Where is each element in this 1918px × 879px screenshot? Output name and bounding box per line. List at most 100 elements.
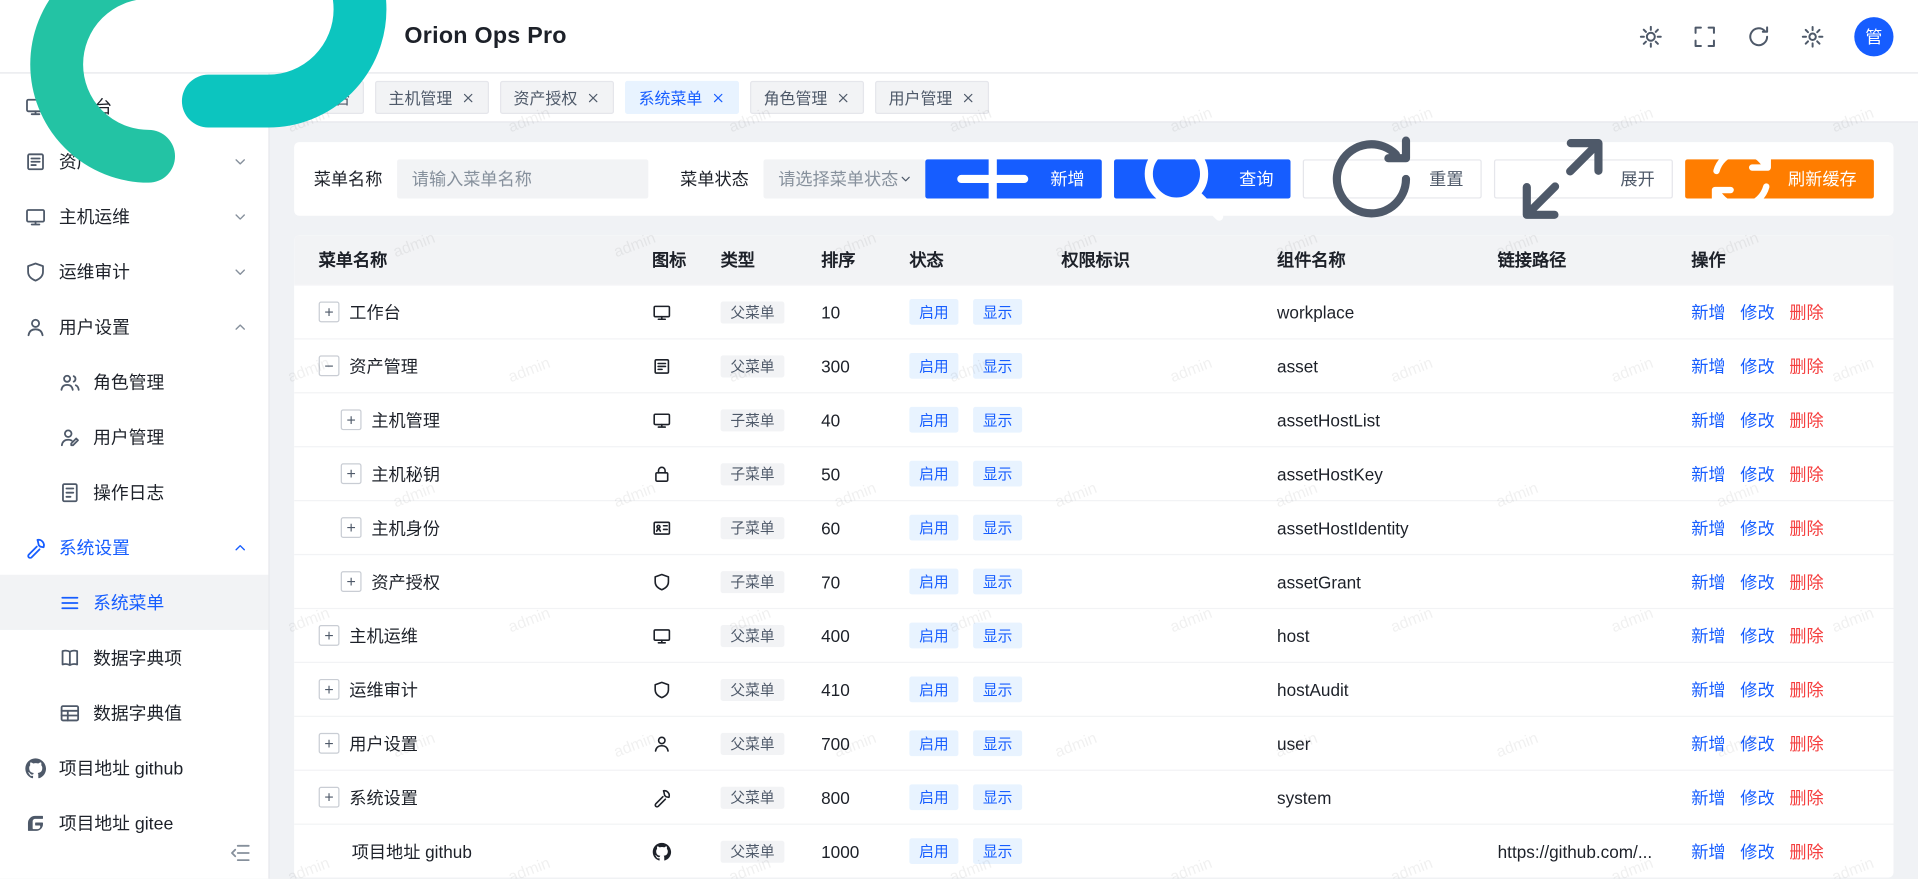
row-action-add[interactable]: 新增 (1691, 731, 1725, 756)
sidebar-item-github-link[interactable]: 项目地址 github (0, 740, 268, 795)
chevron-down-icon (232, 263, 249, 280)
row-action-delete[interactable]: 删除 (1789, 677, 1823, 702)
close-tab-icon[interactable] (836, 90, 851, 105)
row-action-edit[interactable]: 修改 (1740, 300, 1774, 325)
expand-row-button[interactable]: + (341, 517, 362, 538)
refresh-icon[interactable] (1746, 24, 1771, 49)
sidebar-item-user-mgmt[interactable]: 用户管理 (0, 409, 268, 464)
sidebar-item-gitee-link[interactable]: 项目地址 gitee (0, 795, 268, 850)
row-action-delete[interactable]: 删除 (1789, 407, 1823, 432)
button-label: 新增 (1050, 167, 1084, 192)
component-name: workplace (1277, 302, 1498, 322)
menu-type-tag: 父菜单 (721, 841, 785, 863)
expand-button[interactable]: 展开 (1494, 159, 1673, 198)
collapse-row-button[interactable]: − (319, 355, 340, 376)
sidebar-item-system-menu[interactable]: 系统菜单 (0, 575, 268, 630)
row-action-add[interactable]: 新增 (1691, 515, 1725, 540)
component-name: assetGrant (1277, 572, 1498, 592)
sidebar-item-role-mgmt[interactable]: 角色管理 (0, 354, 268, 409)
expand-row-button[interactable]: + (319, 301, 340, 322)
desktop-icon (652, 410, 672, 430)
table-row: +系统设置父菜单800启用显示system新增修改删除 (294, 770, 1893, 824)
sidebar-item-dict-value[interactable]: 数据字典值 (0, 685, 268, 740)
status-badge: 启用 (909, 569, 958, 595)
theme-icon[interactable] (1639, 24, 1664, 49)
search-icon (1131, 129, 1232, 230)
row-action-edit[interactable]: 修改 (1740, 515, 1774, 540)
row-action-delete[interactable]: 删除 (1789, 731, 1823, 756)
chevron-up-icon (232, 539, 249, 556)
row-action-add[interactable]: 新增 (1691, 569, 1725, 594)
close-tab-icon[interactable] (961, 90, 976, 105)
user-mgmt-icon (59, 426, 81, 448)
sidebar-collapse-icon[interactable] (229, 842, 251, 864)
github-icon (652, 841, 672, 861)
menu-status-placeholder: 请选择菜单状态 (778, 167, 898, 192)
row-action-edit[interactable]: 修改 (1740, 407, 1774, 432)
sidebar-item-system-settings[interactable]: 系统设置 (0, 520, 268, 575)
sidebar-item-label: 系统设置 (59, 534, 130, 560)
expand-row-button[interactable]: + (341, 409, 362, 430)
query-button[interactable]: 查询 (1114, 159, 1291, 198)
expand-row-button[interactable]: + (341, 463, 362, 484)
status-badge: 启用 (909, 730, 958, 756)
settings-gear-icon[interactable] (1800, 24, 1825, 49)
row-action-edit[interactable]: 修改 (1740, 677, 1774, 702)
row-action-delete[interactable]: 删除 (1789, 623, 1823, 648)
close-tab-icon[interactable] (711, 90, 726, 105)
row-action-edit[interactable]: 修改 (1740, 569, 1774, 594)
row-action-delete[interactable]: 删除 (1789, 300, 1823, 325)
sidebar-item-dict-item[interactable]: 数据字典项 (0, 630, 268, 685)
row-action-delete[interactable]: 删除 (1789, 785, 1823, 810)
sidebar-item-op-log[interactable]: 操作日志 (0, 464, 268, 519)
expand-row-button[interactable]: + (319, 733, 340, 754)
row-action-add[interactable]: 新增 (1691, 407, 1725, 432)
row-action-edit[interactable]: 修改 (1740, 785, 1774, 810)
dict-item-icon (59, 646, 81, 668)
menu-status-select[interactable]: 请选择菜单状态 (764, 159, 926, 198)
tab-system-menu[interactable]: 系统菜单 (625, 81, 739, 114)
row-action-add[interactable]: 新增 (1691, 461, 1725, 486)
row-action-add[interactable]: 新增 (1691, 623, 1725, 648)
refresh-cache-button[interactable]: 刷新缓存 (1685, 159, 1873, 198)
row-action-delete[interactable]: 删除 (1789, 839, 1823, 864)
fullscreen-icon[interactable] (1692, 24, 1717, 49)
expand-row-button[interactable]: + (319, 625, 340, 646)
tab-role-mgmt[interactable]: 角色管理 (750, 81, 864, 114)
row-action-add[interactable]: 新增 (1691, 354, 1725, 379)
row-action-add[interactable]: 新增 (1691, 300, 1725, 325)
expand-row-button[interactable]: + (341, 571, 362, 592)
add-button[interactable]: 新增 (925, 159, 1102, 198)
row-action-edit[interactable]: 修改 (1740, 354, 1774, 379)
app-header: Orion Ops Pro 管 (0, 0, 1918, 74)
column-header: 操作 (1691, 248, 1893, 273)
user-avatar[interactable]: 管 (1854, 17, 1893, 56)
row-action-edit[interactable]: 修改 (1740, 839, 1774, 864)
column-header: 菜单名称 (319, 248, 652, 273)
row-action-add[interactable]: 新增 (1691, 677, 1725, 702)
row-action-delete[interactable]: 删除 (1789, 569, 1823, 594)
row-action-delete[interactable]: 删除 (1789, 515, 1823, 540)
sort-value: 1000 (821, 841, 909, 861)
tab-user-mgmt[interactable]: 用户管理 (875, 81, 989, 114)
system-menu-icon (59, 591, 81, 613)
row-action-delete[interactable]: 删除 (1789, 354, 1823, 379)
status-badge: 启用 (909, 407, 958, 433)
sidebar-item-ops-audit[interactable]: 运维审计 (0, 244, 268, 299)
sidebar-item-label: 操作日志 (93, 479, 164, 505)
close-tab-icon[interactable] (586, 90, 601, 105)
menu-type-tag: 子菜单 (721, 409, 785, 431)
menu-name: 主机秘钥 (371, 461, 440, 486)
expand-row-button[interactable]: + (319, 787, 340, 808)
sidebar-item-user-settings[interactable]: 用户设置 (0, 299, 268, 354)
row-action-delete[interactable]: 删除 (1789, 461, 1823, 486)
expand-row-button[interactable]: + (319, 679, 340, 700)
row-action-edit[interactable]: 修改 (1740, 731, 1774, 756)
row-action-add[interactable]: 新增 (1691, 839, 1725, 864)
reset-button[interactable]: 重置 (1303, 159, 1482, 198)
row-action-add[interactable]: 新增 (1691, 785, 1725, 810)
column-header: 排序 (821, 248, 909, 273)
row-action-edit[interactable]: 修改 (1740, 623, 1774, 648)
github-link-icon (25, 757, 47, 779)
row-action-edit[interactable]: 修改 (1740, 461, 1774, 486)
